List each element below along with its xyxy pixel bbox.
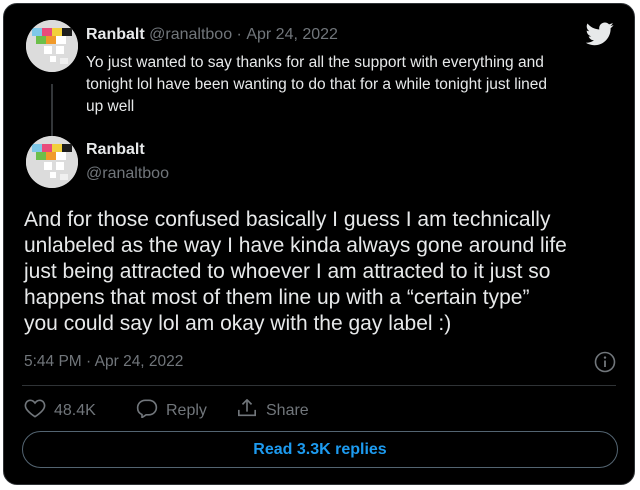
avatar[interactable] [26, 136, 78, 188]
reply-text-line: tonight lol have been wanting to do that… [86, 76, 548, 93]
reply-action[interactable]: Reply [136, 398, 207, 423]
share-label: Share [266, 401, 309, 419]
tweet-timestamp[interactable]: 5:44 PM · Apr 24, 2022 [24, 353, 183, 371]
info-icon[interactable] [594, 351, 616, 378]
main-text-line: just being attracted to whoever I am att… [24, 260, 551, 283]
main-tweet-text: And for those confused basically I guess… [24, 207, 624, 337]
like-count: 48.4K [54, 401, 96, 419]
divider [22, 385, 616, 386]
like-action[interactable]: 48.4K [24, 398, 96, 423]
author-handle[interactable]: @ranaltboo [86, 165, 169, 183]
author-name[interactable]: Ranbalt [86, 26, 145, 43]
read-replies-button[interactable]: Read 3.3K replies [22, 431, 618, 468]
main-text-line: you could say lol am okay with the gay l… [24, 312, 452, 335]
reply-text-line: Yo just wanted to say thanks for all the… [86, 54, 544, 71]
main-text-line: happens that most of them line up with a… [24, 286, 530, 309]
twitter-bird-icon[interactable] [585, 22, 614, 51]
tweet-embed-card: Ranbalt @ranaltboo · Apr 24, 2022 Yo jus… [3, 3, 635, 485]
reply-label: Reply [166, 401, 207, 419]
avatar[interactable] [26, 20, 78, 72]
reply-header: Ranbalt @ranaltboo · Apr 24, 2022 [86, 26, 338, 44]
share-action[interactable]: Share [236, 398, 309, 423]
tweet-date[interactable]: Apr 24, 2022 [246, 26, 338, 43]
reply-text-line: up well [86, 98, 135, 115]
thread-line [51, 84, 53, 136]
share-icon [236, 398, 266, 423]
dot-separator: · [236, 26, 242, 43]
main-text-line: unlabeled as the way I have kinda always… [24, 234, 567, 257]
main-text-line: And for those confused basically I guess… [24, 208, 551, 231]
author-handle[interactable]: @ranaltboo [149, 26, 232, 43]
author-name[interactable]: Ranbalt [86, 141, 145, 159]
reply-tweet-text: Yo just wanted to say thanks for all the… [86, 52, 626, 118]
reply-icon [136, 398, 166, 423]
heart-icon [24, 398, 54, 423]
